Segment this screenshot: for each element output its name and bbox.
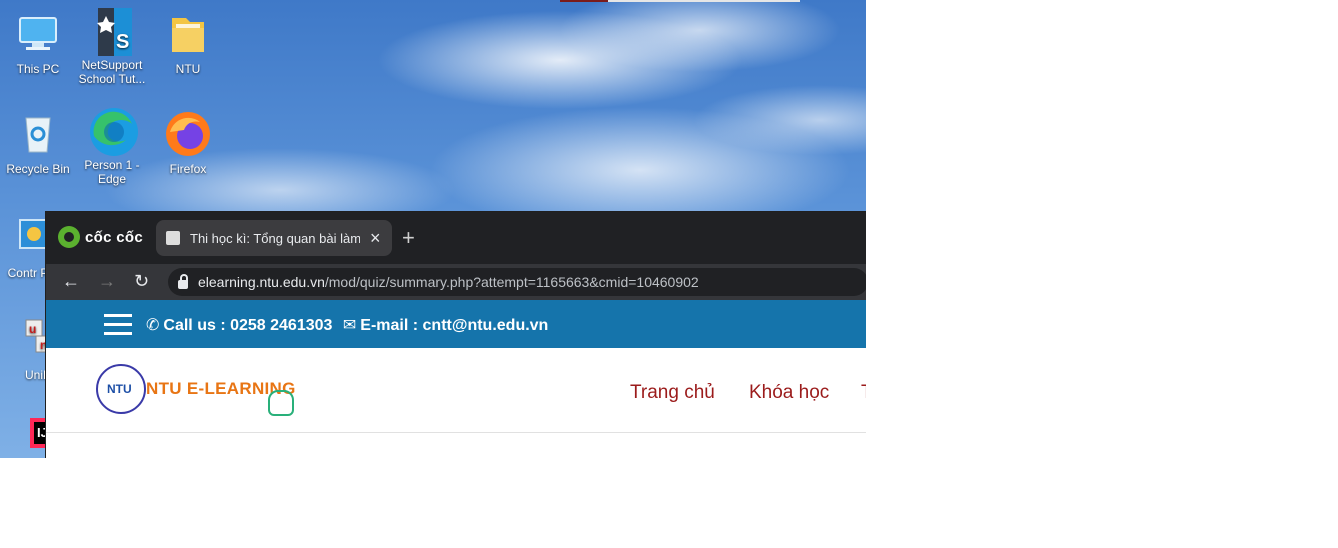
contact-email[interactable]: E-mail : cntt@ntu.edu.vn	[360, 317, 548, 334]
forward-arrow-icon[interactable]: →	[98, 271, 116, 292]
folder-icon	[164, 10, 212, 58]
desktop-icon-label: Person 1 - Edge	[84, 158, 140, 186]
contact-phone: Call us : 0258 2461303	[163, 317, 333, 334]
svg-text:u: u	[29, 322, 36, 336]
desktop-icon-recycle-bin[interactable]: Recycle Bin	[0, 110, 76, 176]
browser-toolbar: ← → ↻ elearning.ntu.edu.vn/mod/quiz/summ…	[46, 264, 866, 300]
back-arrow-icon[interactable]: ←	[62, 271, 80, 292]
new-tab-plus-icon[interactable]: +	[402, 225, 415, 251]
browser-tab-active[interactable]: Thi học kì: Tổng quan bài làm ×	[156, 220, 392, 256]
tab-title: Thi học kì: Tổng quan bài làm	[190, 230, 360, 246]
desktop-icon-label: Recycle Bin	[6, 162, 70, 176]
svg-text:S: S	[116, 31, 129, 53]
close-tab-icon[interactable]: ×	[370, 228, 381, 249]
desktop-icon-this-pc[interactable]: This PC	[0, 10, 76, 76]
nav-link-home[interactable]: Trang chủ	[630, 382, 715, 404]
site-contact-bar: ✆ Call us : 0258 2461303 ✉ E-mail : cntt@n…	[46, 300, 866, 348]
netsupport-school-icon: S	[88, 6, 136, 56]
url-path: /mod/quiz/summary.php?attempt=1165663&cm…	[324, 274, 699, 290]
page-favicon-icon	[166, 231, 180, 245]
desktop-icon-netsupport[interactable]: S NetSupport School Tut...	[74, 6, 150, 86]
hand-pointer-icon	[268, 390, 294, 416]
site-header: NTU E-LEARNING Trang chủ Khóa học T	[46, 348, 866, 433]
phone-icon: ✆	[146, 317, 160, 334]
envelope-icon: ✉	[342, 317, 357, 334]
monitor-icon	[14, 10, 62, 58]
recycle-bin-icon	[14, 110, 62, 158]
lock-icon	[178, 273, 188, 289]
nav-link-next[interactable]: T	[861, 382, 866, 404]
reload-icon[interactable]: ↻	[134, 271, 149, 292]
desktop-icon-label: NetSupport School Tut...	[78, 58, 146, 86]
coccoc-logo[interactable]: cốc cốc	[58, 226, 143, 248]
nav-link-courses[interactable]: Khóa học	[749, 382, 829, 404]
browser-window: cốc cốc Thi học kì: Tổng quan bài làm × …	[46, 212, 866, 458]
desktop-icon-label: Firefox	[169, 162, 207, 176]
desktop-icon-label: This PC	[16, 62, 60, 76]
desktop-icon-firefox[interactable]: Firefox	[150, 110, 226, 176]
top-window-edge	[560, 0, 800, 2]
browser-tab-strip: cốc cốc Thi học kì: Tổng quan bài làm × …	[46, 212, 866, 264]
contact-info: ✆ Call us : 0258 2461303 ✉ E-mail : cntt@n…	[146, 315, 548, 335]
desktop-icon-edge[interactable]: Person 1 - Edge	[74, 106, 150, 186]
coccoc-logo-icon	[58, 226, 80, 248]
browser-brand-label: cốc cốc	[85, 228, 143, 246]
url-host: elearning.ntu.edu.vn	[198, 274, 325, 290]
desktop-icon-label: NTU	[175, 62, 201, 76]
hamburger-menu-icon[interactable]	[104, 314, 132, 341]
firefox-icon	[164, 110, 212, 158]
desktop-icon-ntu-folder[interactable]: NTU	[150, 10, 226, 76]
ntu-seal-logo[interactable]	[96, 364, 146, 414]
desktop-wallpaper: This PC S NetSupport School Tut... NTU R…	[0, 0, 866, 458]
edge-browser-icon	[88, 106, 138, 156]
address-bar[interactable]: elearning.ntu.edu.vn/mod/quiz/summary.ph…	[168, 268, 866, 296]
